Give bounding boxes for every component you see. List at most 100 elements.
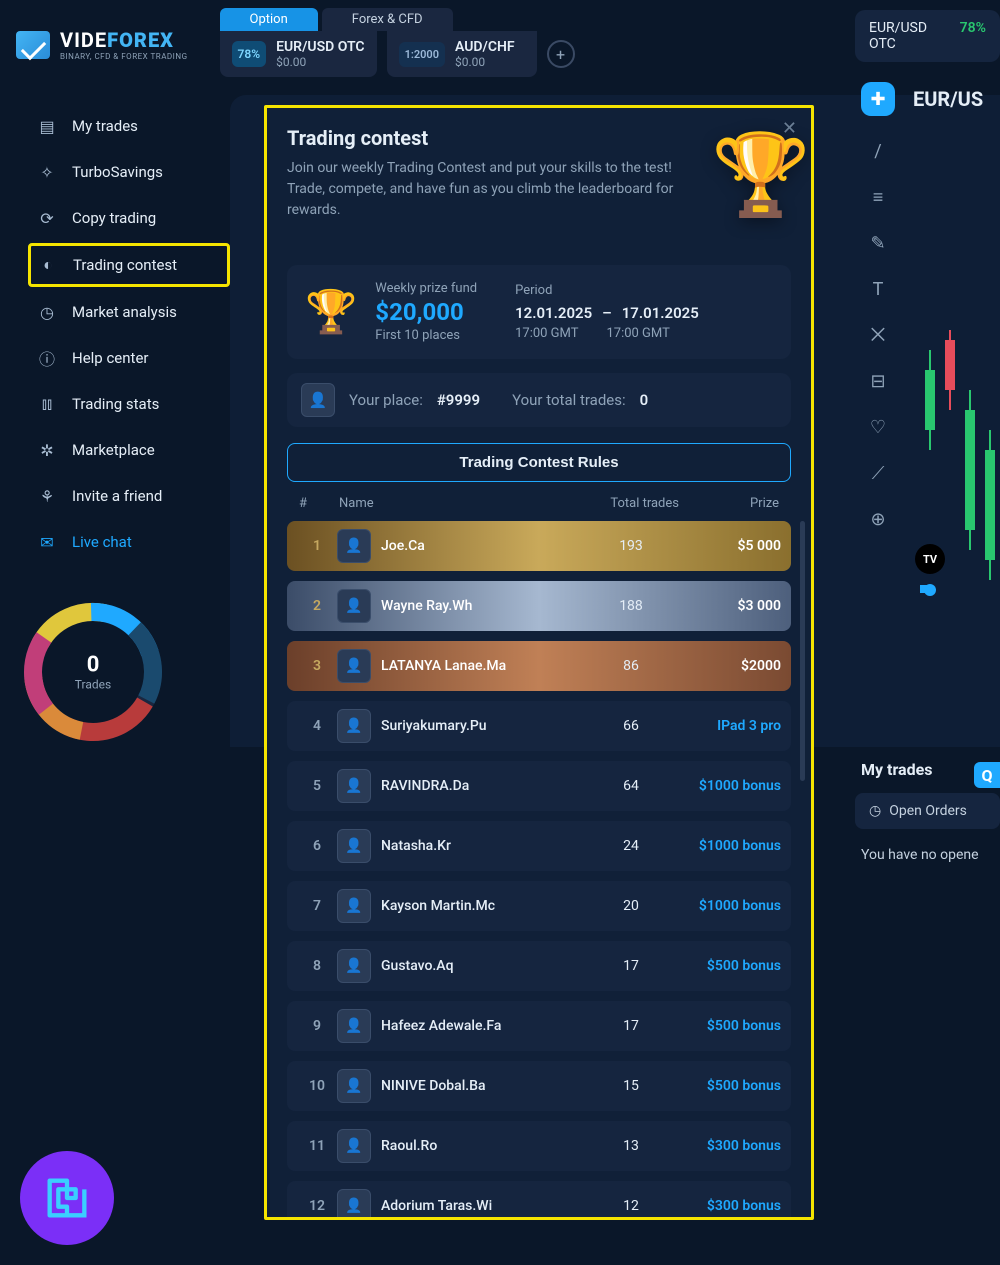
avatar-icon: 👤 [337, 1009, 371, 1043]
period-end-date: 17.01.2025 [622, 304, 699, 322]
rank: 3 [297, 658, 337, 674]
logo-text: VIDEFOREX [60, 28, 188, 52]
logo-subtext: BINARY, CFD & FOREX TRADING [60, 52, 188, 61]
rank: 8 [297, 958, 337, 974]
trader-prize: $2000 [671, 658, 781, 674]
tab-forex-cfd[interactable]: Forex & CFD [322, 8, 453, 31]
leverage-badge: 1:2000 [399, 42, 445, 67]
add-instrument-button[interactable]: + [547, 40, 575, 68]
tab-option[interactable]: Option [220, 8, 318, 31]
trader-trades: 13 [591, 1138, 671, 1154]
sidebar-item-market-analysis[interactable]: ◷Market analysis [28, 291, 230, 333]
favorite-icon[interactable]: ♡ [861, 410, 895, 444]
avatar-icon: 👤 [337, 829, 371, 863]
sidebar-item-trading-stats[interactable]: ⫾⫾Trading stats [28, 383, 230, 425]
instrument-name: EUR/USD OTC [276, 39, 364, 55]
brush-icon[interactable]: ✎ [861, 226, 895, 260]
savings-icon: ✧ [36, 161, 58, 183]
avatar-icon: 👤 [337, 529, 371, 563]
sidebar-item-live-chat[interactable]: ✉Live chat [28, 521, 230, 563]
leaderboard-row[interactable]: 10👤NINIVE Dobal.Ba15$500 bonus [287, 1061, 791, 1111]
trader-prize: IPad 3 pro [671, 718, 781, 734]
trader-trades: 20 [591, 898, 671, 914]
brand-logo[interactable]: VIDEFOREX BINARY, CFD & FOREX TRADING [16, 8, 188, 61]
leaderboard-row[interactable]: 2👤Wayne Ray.Wh188$3 000 [287, 581, 791, 631]
levels-icon[interactable]: ⊟ [861, 364, 895, 398]
avatar-icon: 👤 [337, 709, 371, 743]
fab-icon [41, 1172, 93, 1224]
trader-prize: $1000 bonus [671, 838, 781, 854]
trader-trades: 12 [591, 1198, 671, 1214]
zoom-in-icon[interactable]: ⊕ [861, 502, 895, 536]
leaderboard-row[interactable]: 4👤Suriyakumary.Pu66IPad 3 pro [287, 701, 791, 751]
scrollbar[interactable] [800, 521, 805, 781]
sidebar-item-turbosavings[interactable]: ✧TurboSavings [28, 151, 230, 193]
pattern-icon[interactable]: ⨉ [861, 318, 895, 352]
contest-icon: ◐ [37, 254, 59, 276]
sidebar-item-my-trades[interactable]: ▤My trades [28, 105, 230, 147]
trophy-small-icon: 🏆 [305, 288, 357, 337]
period-start-date: 12.01.2025 [515, 304, 592, 322]
instrument-card-eurusd[interactable]: 78% EUR/USD OTC $0.00 [220, 31, 377, 77]
period-end-time: 17:00 GMT [606, 326, 669, 341]
instrument-card-audchf[interactable]: 1:2000 AUD/CHF $0.00 [387, 31, 537, 77]
contest-rules-button[interactable]: Trading Contest Rules [287, 443, 791, 482]
leaderboard-list: 1👤Joe.Ca193$5 0002👤Wayne Ray.Wh188$3 000… [287, 521, 791, 1220]
no-open-trades-text: You have no opene [855, 847, 1000, 863]
logo-icon [16, 31, 50, 59]
sidebar-item-copy-trading[interactable]: ⟳Copy trading [28, 197, 230, 239]
your-place-value: #9999 [437, 391, 480, 409]
prize-fund-amount: $20,000 [375, 298, 477, 326]
ruler-icon[interactable]: ⟋ [861, 456, 895, 490]
rank: 1 [297, 538, 337, 554]
trader-prize: $5 000 [671, 538, 781, 554]
invite-icon: ⚘ [36, 485, 58, 507]
copy-icon: ⟳ [36, 207, 58, 229]
trader-name: Adorium Taras.Wi [381, 1198, 591, 1214]
your-trades-label: Your total trades: [512, 391, 626, 409]
sidebar-item-invite[interactable]: ⚘Invite a friend [28, 475, 230, 517]
trader-trades: 188 [591, 598, 671, 614]
leaderboard-row[interactable]: 9👤Hafeez Adewale.Fa17$500 bonus [287, 1001, 791, 1051]
prize-fund-card: 🏆 Weekly prize fund $20,000 First 10 pla… [287, 265, 791, 359]
leaderboard-row[interactable]: 12👤Adorium Taras.Wi12$300 bonus [287, 1181, 791, 1220]
candlestick-chart [920, 330, 1000, 740]
tab-open-orders[interactable]: ◷ Open Orders [855, 793, 1000, 829]
info-icon: ⓘ [36, 347, 58, 369]
leaderboard-row[interactable]: 8👤Gustavo.Aq17$500 bonus [287, 941, 791, 991]
period-label: Period [515, 283, 699, 298]
chart-pair-title: EUR/US [913, 87, 983, 111]
crosshair-icon[interactable]: ✚ [861, 82, 895, 116]
leaderboard-row[interactable]: 3👤LATANYA Lanae.Ma86$2000 [287, 641, 791, 691]
trader-name: RAVINDRA.Da [381, 778, 591, 794]
rank: 7 [297, 898, 337, 914]
avatar-icon: 👤 [337, 1069, 371, 1103]
text-icon[interactable]: T [861, 272, 895, 306]
your-place-card: 👤 Your place: #9999 Your total trades: 0 [287, 373, 791, 427]
fab-button[interactable] [20, 1151, 114, 1245]
instrument-name: AUD/CHF [455, 39, 515, 55]
rank: 2 [297, 598, 337, 614]
trader-name: Gustavo.Aq [381, 958, 591, 974]
indicators-icon[interactable]: ≡ [861, 180, 895, 214]
trader-name: Kayson Martin.Mc [381, 898, 591, 914]
quick-button[interactable]: Q [974, 762, 1000, 788]
sidebar-item-marketplace[interactable]: ✲Marketplace [28, 429, 230, 471]
leaderboard-header: # Name Total trades Prize [287, 482, 791, 521]
instrument-price: $0.00 [276, 55, 364, 69]
trader-prize: $500 bonus [671, 958, 781, 974]
trades-count: 0 [75, 653, 111, 678]
leaderboard-row[interactable]: 5👤RAVINDRA.Da64$1000 bonus [287, 761, 791, 811]
stats-icon: ⫾⫾ [36, 393, 58, 415]
trendline-icon[interactable]: / [861, 134, 895, 168]
trader-name: Hafeez Adewale.Fa [381, 1018, 591, 1034]
sidebar-item-trading-contest[interactable]: ◐Trading contest [28, 243, 230, 287]
sidebar-item-help-center[interactable]: ⓘHelp center [28, 337, 230, 379]
leaderboard-row[interactable]: 1👤Joe.Ca193$5 000 [287, 521, 791, 571]
leaderboard-row[interactable]: 7👤Kayson Martin.Mc20$1000 bonus [287, 881, 791, 931]
trader-name: Joe.Ca [381, 538, 591, 554]
trader-name: Raoul.Ro [381, 1138, 591, 1154]
leaderboard-row[interactable]: 11👤Raoul.Ro13$300 bonus [287, 1121, 791, 1171]
leaderboard-row[interactable]: 6👤Natasha.Kr24$1000 bonus [287, 821, 791, 871]
instrument-price: $0.00 [455, 55, 515, 69]
